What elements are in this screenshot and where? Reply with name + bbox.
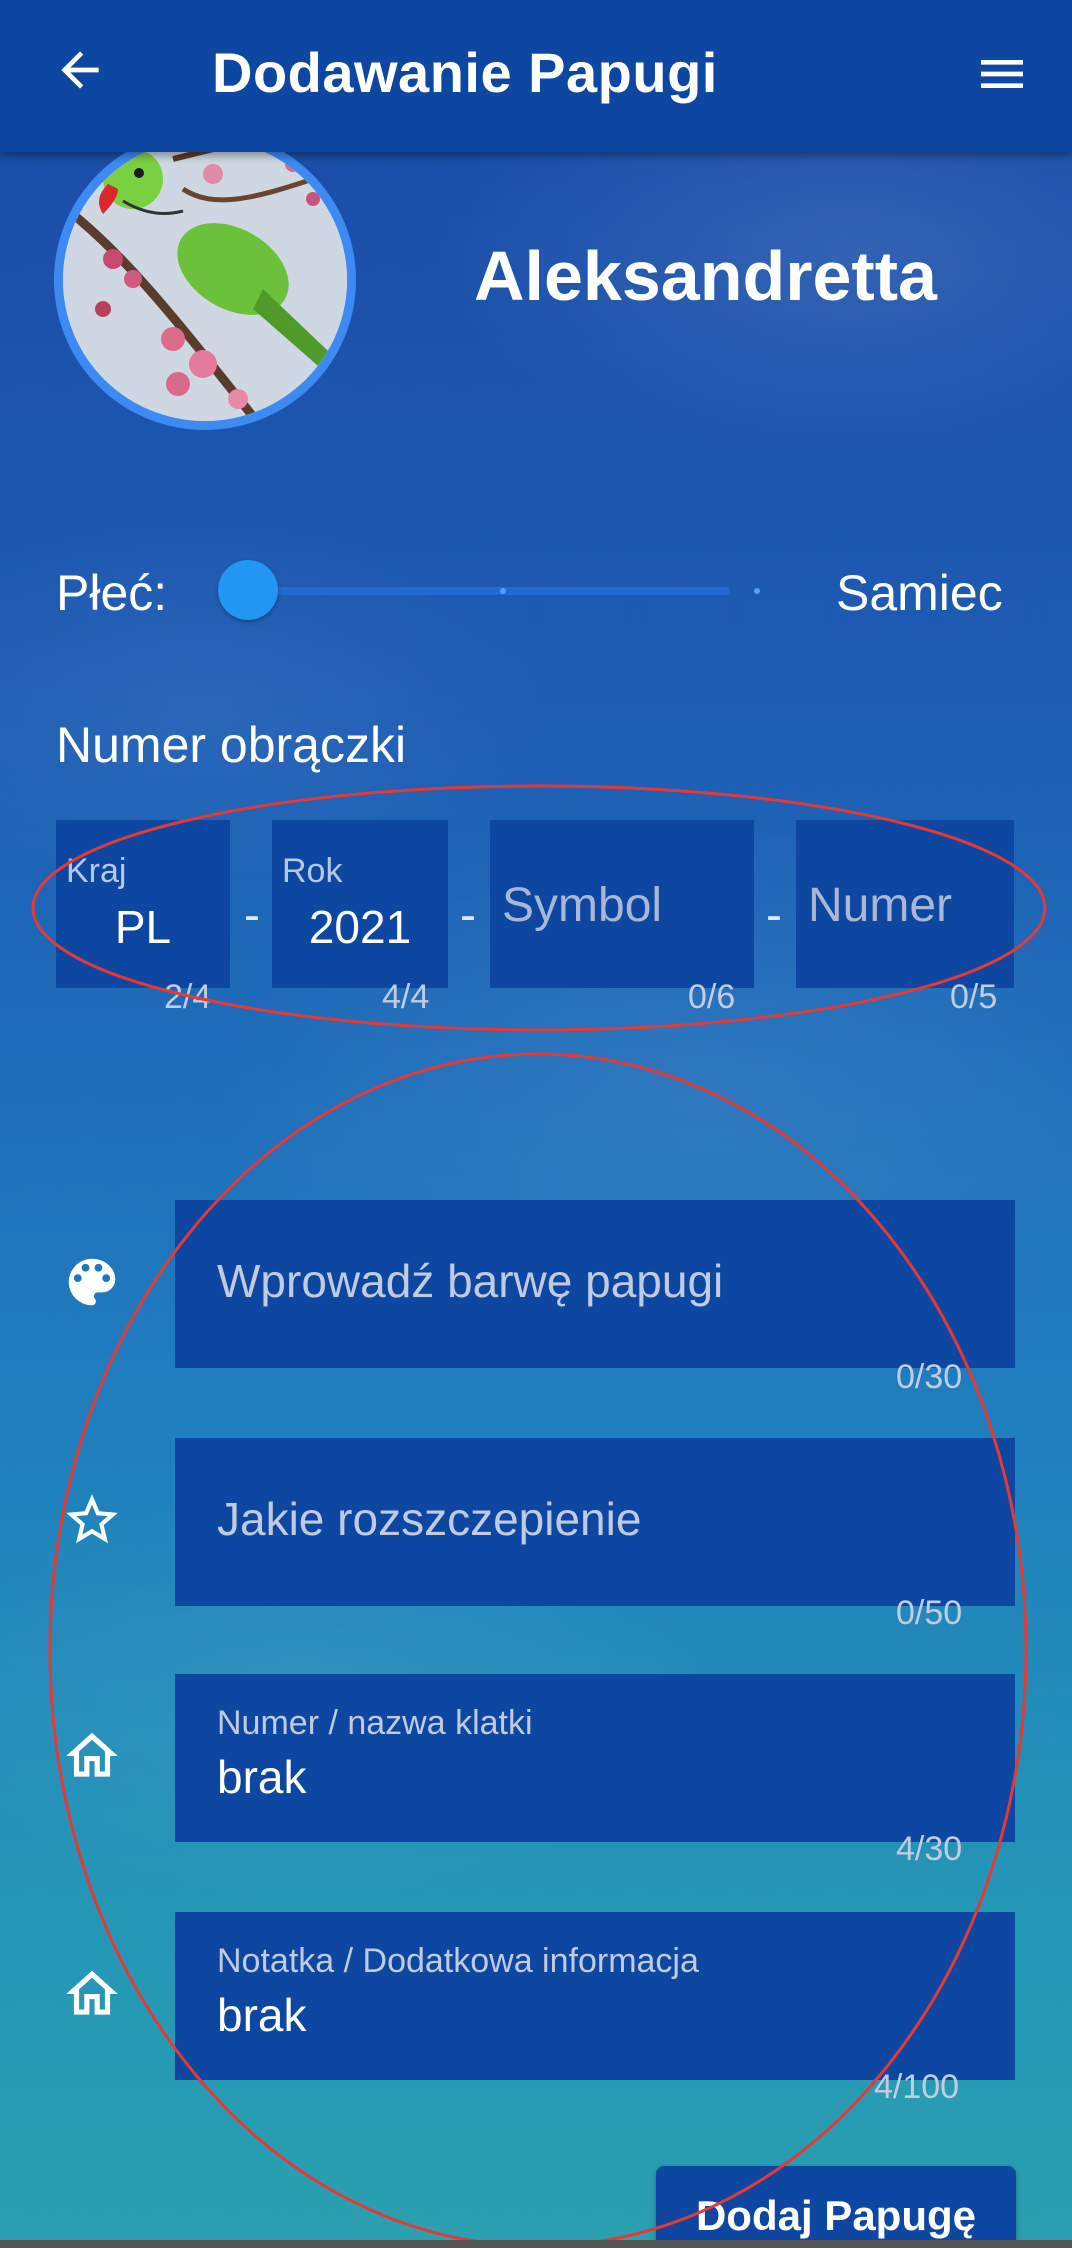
page-title: Dodawanie Papugi — [212, 41, 718, 104]
ring-number-placeholder: Numer — [808, 879, 953, 932]
slider-tick — [500, 588, 506, 594]
ring-year-field[interactable]: Rok 2021 — [272, 820, 448, 988]
note-counter: 4/100 — [874, 2068, 960, 2106]
menu-button[interactable] — [962, 34, 1042, 114]
ring-separator: - — [460, 889, 476, 942]
ring-number-title: Numer obrączki — [56, 717, 407, 773]
home-icon — [56, 1958, 128, 2030]
color-placeholder: Wprowadź barwę papugi — [217, 1255, 724, 1307]
sex-value: Samiec — [836, 565, 1003, 621]
ring-number-field[interactable]: Numer — [796, 820, 1014, 988]
back-button[interactable] — [40, 30, 120, 110]
palette-icon — [56, 1246, 128, 1318]
ring-symbol-field[interactable]: Symbol — [490, 820, 754, 988]
cage-counter: 4/30 — [896, 1830, 963, 1868]
add-parrot-button[interactable]: Dodaj Papugę — [656, 2166, 1016, 2248]
species-name: Aleksandretta — [474, 237, 937, 315]
slider-tick — [754, 588, 760, 594]
color-input[interactable]: Wprowadź barwę papugi — [175, 1200, 1015, 1368]
note-value: brak — [217, 1989, 307, 2041]
sex-label: Płeć: — [56, 565, 168, 621]
cage-label: Numer / nazwa klatki — [217, 1704, 533, 1742]
parrot-photo[interactable] — [54, 130, 356, 430]
home-icon — [56, 1720, 128, 1792]
app-bar: Dodawanie Papugi — [0, 0, 1072, 152]
ring-year-label: Rok — [282, 852, 343, 890]
ring-symbol-placeholder: Symbol — [502, 879, 663, 932]
ring-separator: - — [766, 889, 782, 942]
ring-country-counter: 2/4 — [164, 978, 212, 1016]
ring-country-value: PL — [114, 901, 172, 953]
star-outline-icon — [56, 1484, 128, 1556]
ring-country-label: Kraj — [66, 852, 127, 890]
ring-number-counter: 0/5 — [950, 978, 998, 1016]
cage-value: brak — [217, 1751, 307, 1803]
ring-symbol-counter: 0/6 — [688, 978, 736, 1016]
slider-track — [246, 587, 730, 595]
ring-country-field[interactable]: Kraj PL — [56, 820, 230, 988]
sex-slider[interactable] — [218, 560, 760, 620]
note-label: Notatka / Dodatkowa informacja — [217, 1942, 699, 1980]
system-nav-bar — [0, 2240, 1072, 2248]
slider-thumb[interactable] — [218, 560, 278, 620]
note-input[interactable]: Notatka / Dodatkowa informacja brak — [175, 1912, 1015, 2080]
ring-year-counter: 4/4 — [382, 978, 430, 1016]
parrot-illustration — [63, 139, 347, 421]
ring-separator: - — [244, 889, 260, 942]
hamburger-menu-icon — [981, 60, 1023, 88]
cage-input[interactable]: Numer / nazwa klatki brak — [175, 1674, 1015, 1842]
arrow-left-icon — [61, 51, 99, 89]
split-input[interactable]: Jakie rozszczepienie — [175, 1438, 1015, 1606]
split-placeholder: Jakie rozszczepienie — [217, 1493, 642, 1545]
color-counter: 0/30 — [896, 1358, 963, 1396]
split-counter: 0/50 — [896, 1594, 963, 1632]
ring-year-value: 2021 — [308, 901, 412, 953]
